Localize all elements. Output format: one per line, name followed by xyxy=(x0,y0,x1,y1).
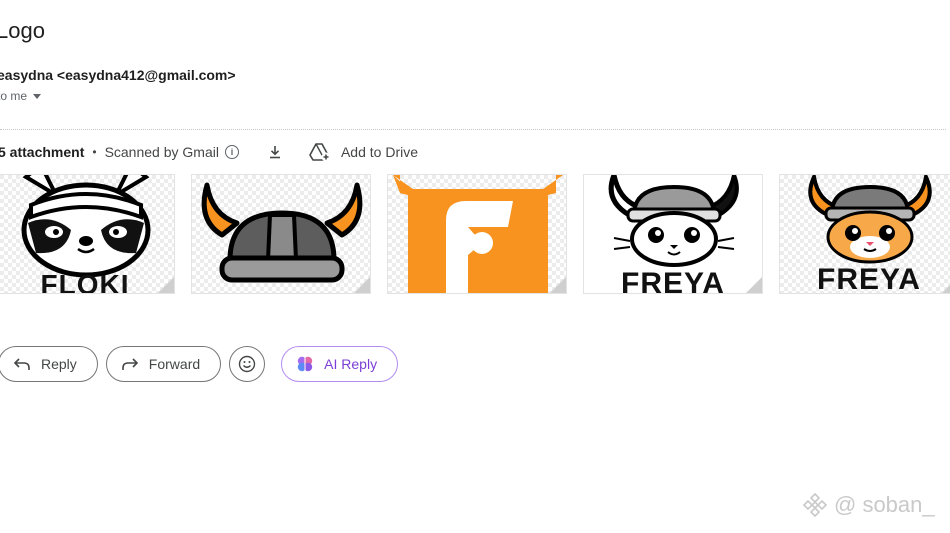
smiley-icon xyxy=(238,355,256,373)
brain-icon xyxy=(297,356,313,372)
viking-helmet-image xyxy=(201,182,363,283)
reply-icon xyxy=(13,358,30,370)
attachment-thumbnails: FLOKI FREYA FREYA xyxy=(0,174,950,296)
binance-logo-icon xyxy=(802,492,828,518)
add-to-drive-button[interactable]: Add to Drive xyxy=(309,142,418,162)
ai-reply-label: AI Reply xyxy=(324,356,378,372)
recipient-dropdown[interactable]: to me xyxy=(0,89,42,103)
orange-f-logo-image xyxy=(393,175,563,293)
ai-reply-button[interactable]: AI Reply xyxy=(281,346,399,382)
drive-add-icon xyxy=(309,143,331,162)
attachment-thumb-floki[interactable]: FLOKI xyxy=(0,174,175,294)
page-fold xyxy=(942,277,950,293)
attachment-bar: 5 attachment • Scanned by Gmail i Add to… xyxy=(0,140,418,164)
scan-status: Scanned by Gmail xyxy=(104,144,219,160)
freya-color-logo-text: FREYA xyxy=(817,263,921,294)
divider xyxy=(0,129,946,130)
add-to-drive-label: Add to Drive xyxy=(340,144,419,160)
reply-actions: Reply Forward AI Reply xyxy=(0,346,399,382)
forward-icon xyxy=(121,358,138,370)
forward-button[interactable]: Forward xyxy=(105,346,222,382)
download-all-button[interactable] xyxy=(265,142,285,162)
watermark-text: @ soban_ xyxy=(834,492,935,517)
email-subject: Logo xyxy=(0,18,45,43)
freya-bw-logo-text: FREYA xyxy=(621,267,725,294)
page-fold xyxy=(550,277,566,293)
attachment-thumb-freya-bw[interactable]: FREYA xyxy=(583,174,763,294)
recipient-label: to me xyxy=(0,89,28,103)
attachment-thumb-orange-f[interactable] xyxy=(387,174,567,294)
attachment-thumb-helmet[interactable] xyxy=(191,174,371,294)
sender-name: easydna <easydna412@gmail.com> xyxy=(0,67,236,83)
attachment-count: 5 attachment xyxy=(0,144,85,160)
forward-label: Forward xyxy=(148,356,201,372)
page-fold xyxy=(354,277,370,293)
info-icon[interactable]: i xyxy=(224,145,239,159)
floki-logo-text: FLOKI xyxy=(40,269,130,294)
watermark: @ soban_ xyxy=(802,492,935,518)
reply-button[interactable]: Reply xyxy=(0,346,98,382)
attachment-thumb-freya-color[interactable]: FREYA xyxy=(779,174,950,294)
page-fold xyxy=(158,277,174,293)
reply-label: Reply xyxy=(41,356,77,372)
emoji-reaction-button[interactable] xyxy=(229,346,266,382)
download-icon xyxy=(269,146,280,159)
separator-dot: • xyxy=(92,145,97,159)
chevron-down-icon xyxy=(33,93,42,99)
page-fold xyxy=(746,277,762,293)
